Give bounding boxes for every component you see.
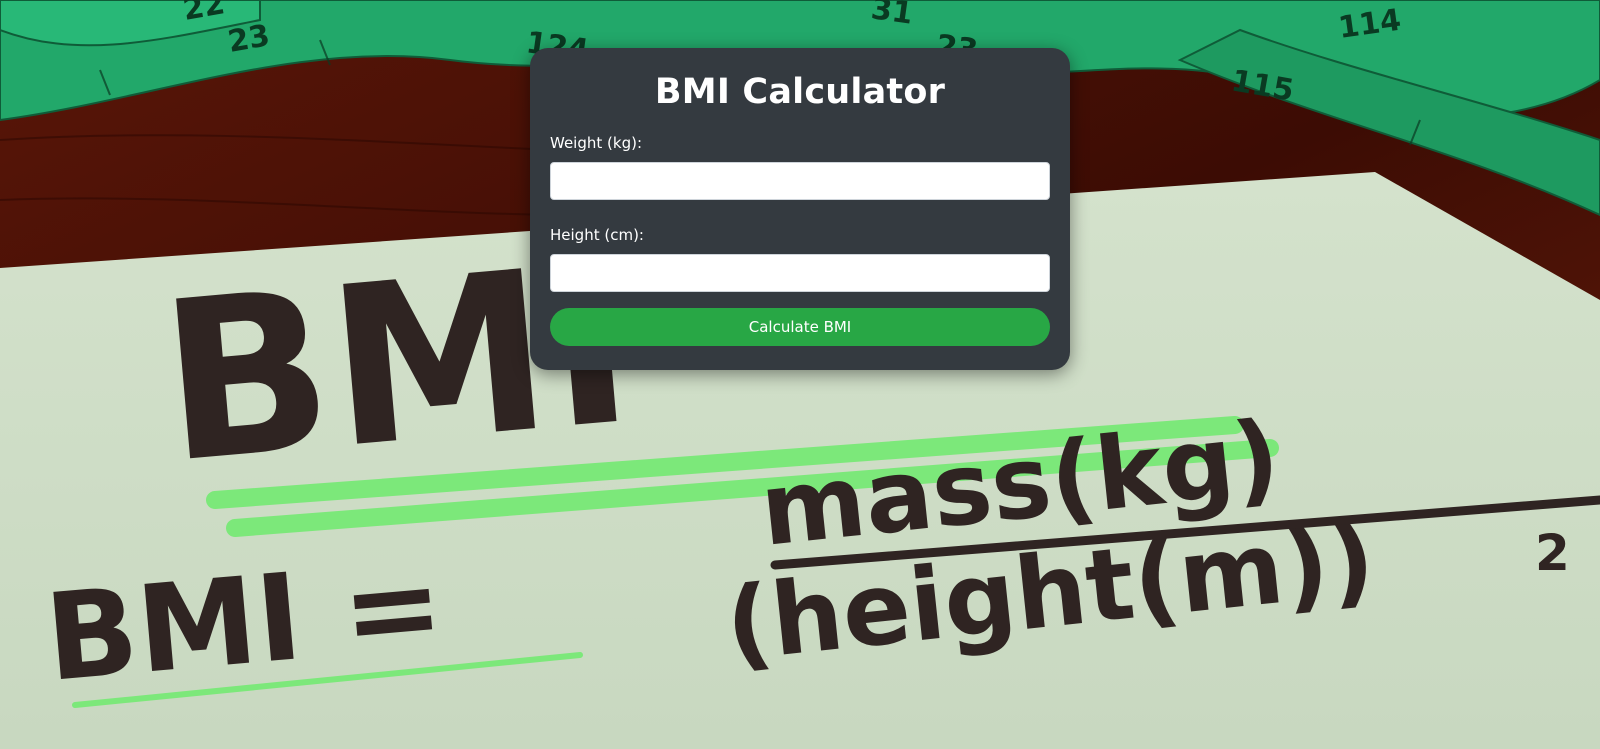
height-label: Height (cm):	[550, 226, 644, 244]
weight-label: Weight (kg):	[550, 134, 642, 152]
page-title: BMI Calculator	[654, 72, 946, 112]
height-input[interactable]	[550, 254, 1050, 292]
bmi-calculator-card: BMI Calculator Weight (kg): Height (cm):…	[530, 48, 1070, 370]
tape-number: 23	[225, 18, 272, 60]
background-formula-exponent: 2	[1535, 524, 1570, 582]
weight-input[interactable]	[550, 162, 1050, 200]
calculate-bmi-button[interactable]: Calculate BMI	[550, 308, 1050, 346]
